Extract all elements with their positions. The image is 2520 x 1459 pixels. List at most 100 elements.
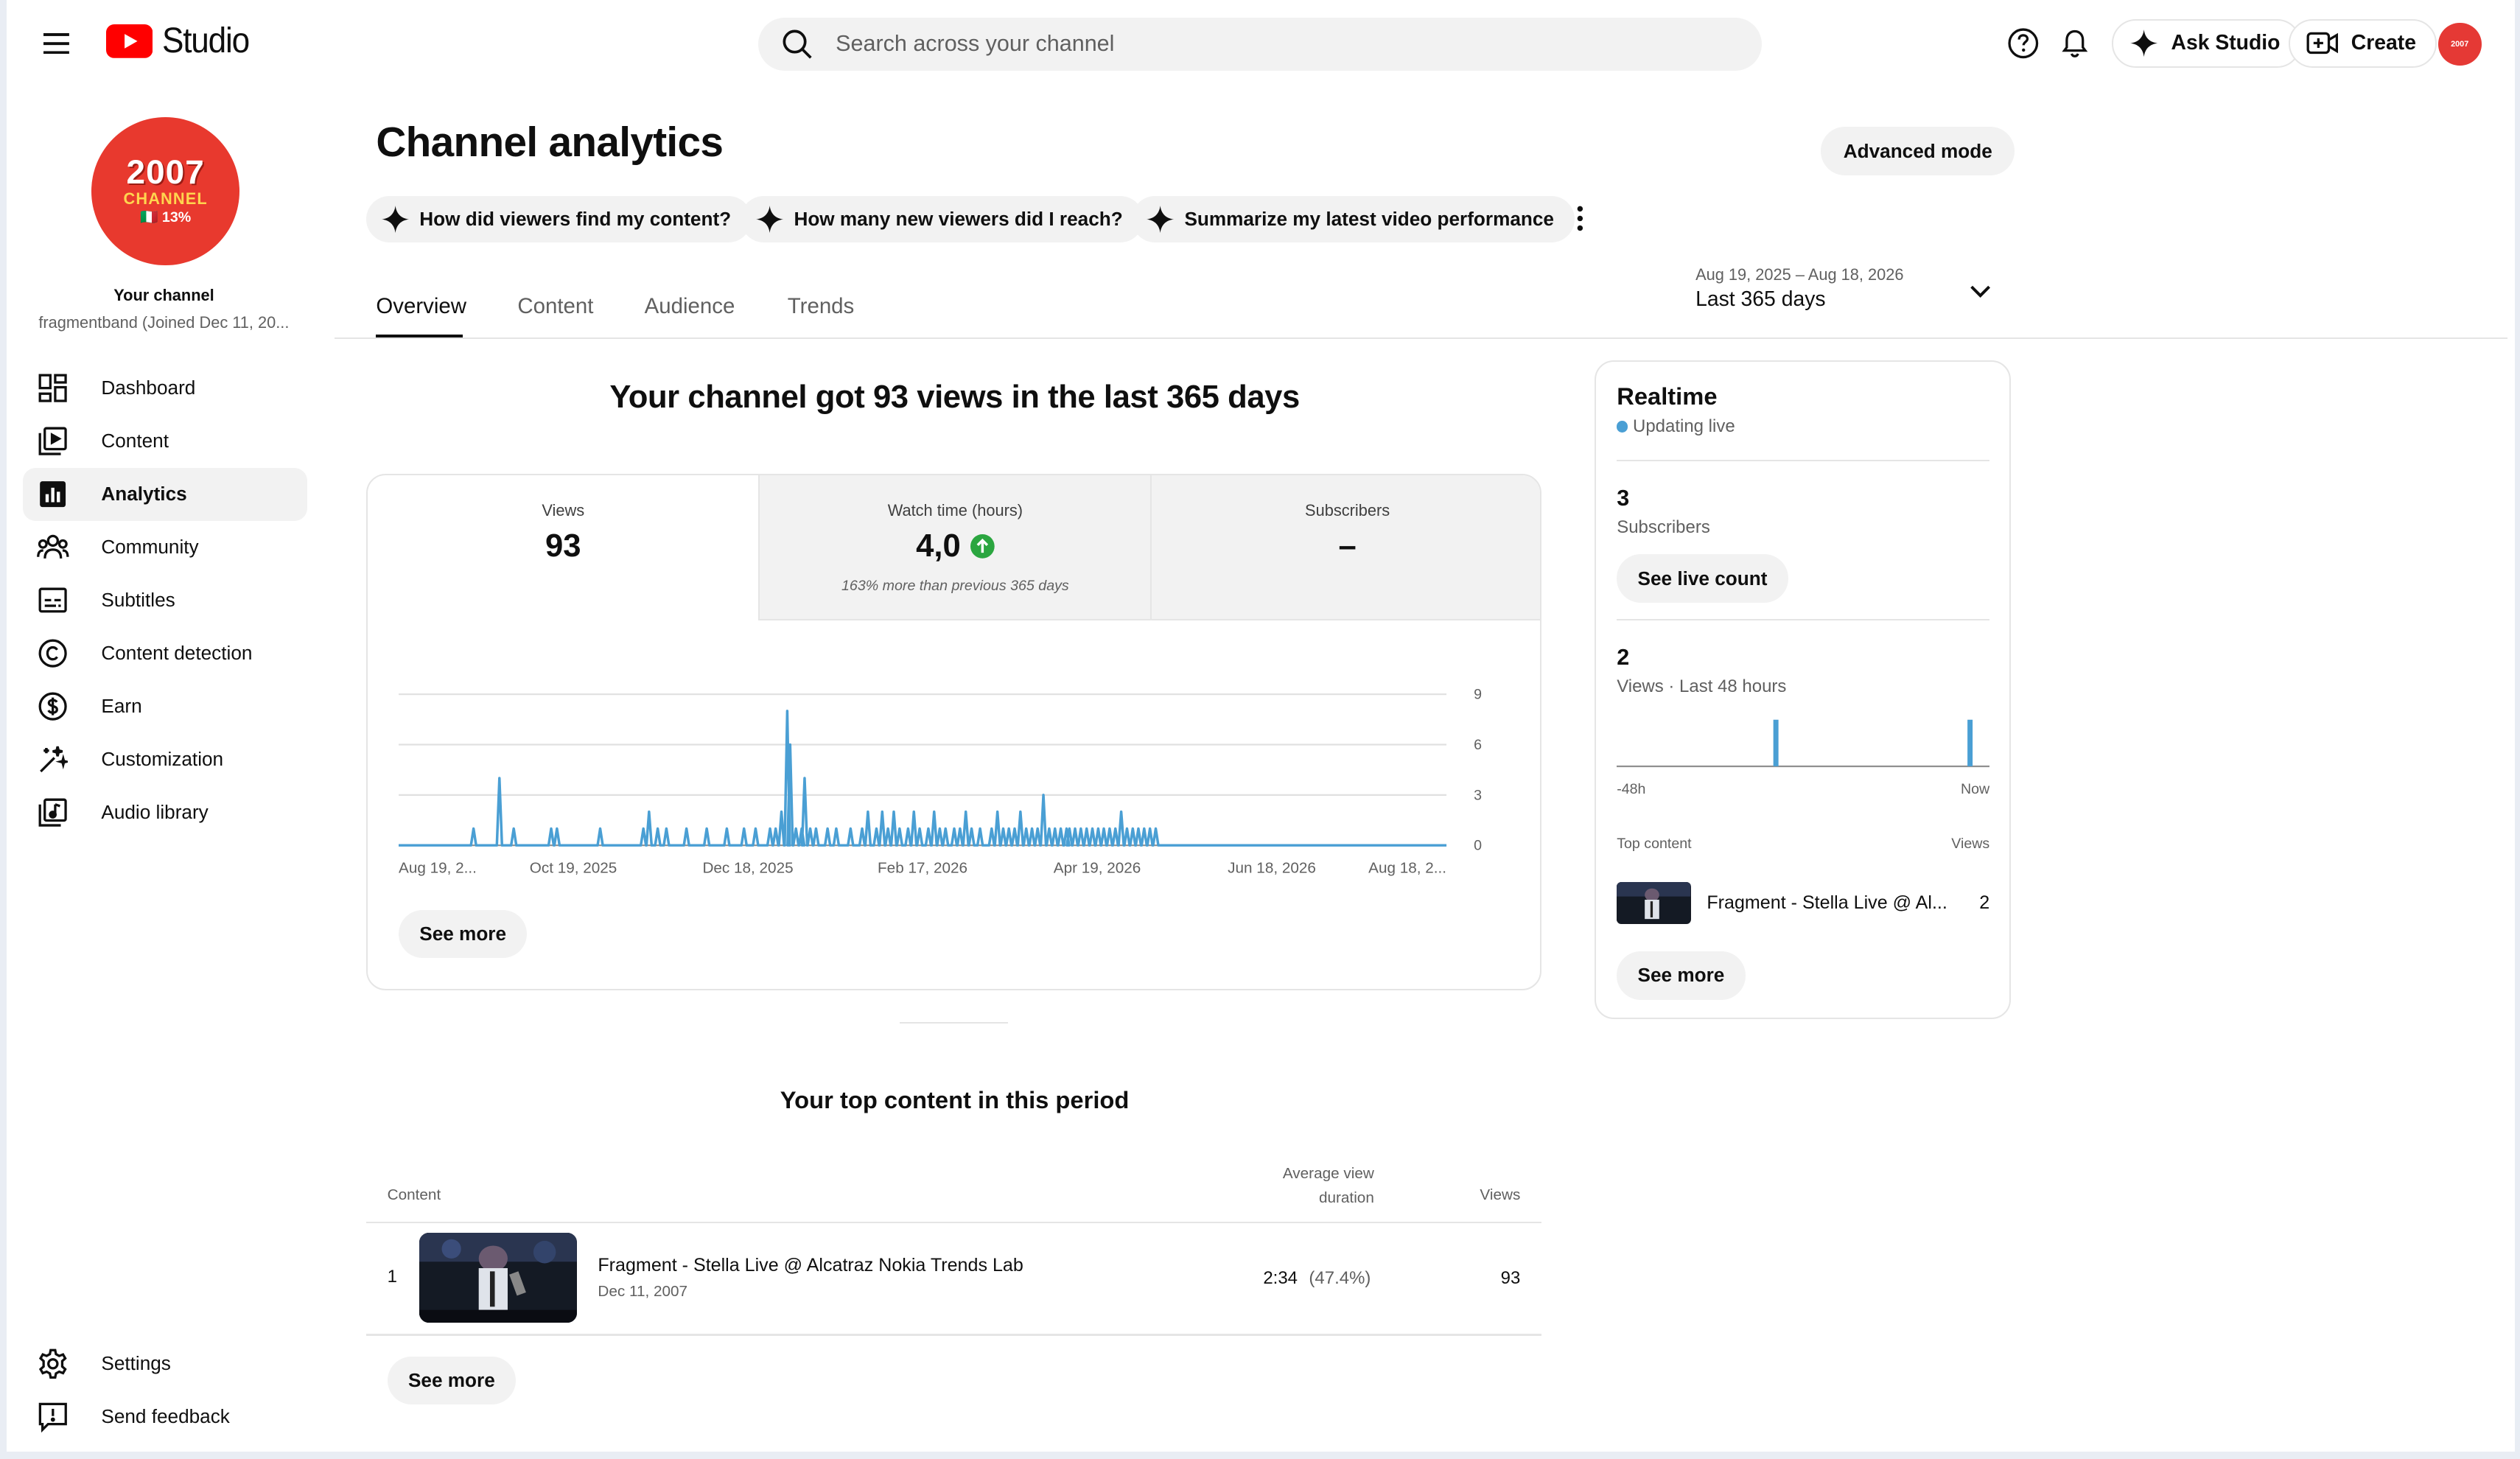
metric-value: 93 — [545, 528, 581, 564]
channel-avatar[interactable]: 2007 CHANNEL 🇮🇹 13% — [91, 117, 239, 265]
updating-live-label: Updating live — [1633, 416, 1735, 436]
sidebar-item-content[interactable]: Content — [23, 415, 307, 468]
metric-label: Views — [542, 501, 585, 520]
sidebar-item-dashboard[interactable]: Dashboard — [23, 362, 307, 415]
sparkle-icon — [1147, 206, 1175, 234]
hamburger-menu-icon[interactable] — [35, 23, 77, 65]
sidebar-item-earn[interactable]: Earn — [23, 680, 307, 733]
window-frame-right — [2515, 0, 2520, 1459]
tab-audience[interactable]: Audience — [645, 294, 735, 319]
metric-subscribers[interactable]: Subscribers – — [1150, 475, 1540, 620]
col-header-avd-line1: Average view — [1282, 1164, 1374, 1182]
analytics-icon — [37, 478, 69, 511]
views-headline: Your channel got 93 views in the last 36… — [609, 379, 1300, 415]
sidebar-item-label: Content detection — [101, 642, 253, 665]
subtitles-icon — [37, 584, 69, 617]
sidebar-item-label: Earn — [101, 695, 142, 718]
realtime-axis-end: Now — [1960, 781, 1990, 798]
chevron-down-icon[interactable] — [1966, 276, 1995, 305]
suggestion-chip[interactable]: How did viewers find my content? — [366, 196, 752, 243]
notifications-bell-icon[interactable] — [2056, 24, 2094, 63]
sidebar-item-label: Subtitles — [101, 589, 175, 612]
tab-content[interactable]: Content — [517, 294, 593, 319]
realtime-bars-svg — [1617, 720, 1990, 768]
active-tab-indicator — [376, 334, 463, 338]
ask-studio-button[interactable]: Ask Studio — [2111, 19, 2301, 68]
sidebar-item-settings[interactable]: Settings — [23, 1337, 307, 1390]
table-divider — [366, 1334, 1541, 1336]
help-icon[interactable] — [2004, 24, 2043, 63]
views-line-chart: 0 3 6 9 Aug 19, 2... Oct 19, 2025 Dec 18, 2025… — [399, 675, 1508, 884]
views-col-label: Views — [1951, 836, 1990, 853]
logo-text: Studio — [162, 21, 250, 61]
realtime-subscribers-label: Subscribers — [1617, 517, 1710, 538]
sparkle-icon — [756, 206, 784, 234]
audio-library-icon — [37, 797, 69, 829]
col-header-avg-view-duration[interactable]: Average view duration — [1245, 1162, 1374, 1210]
sidebar-item-community[interactable]: Community — [23, 521, 307, 574]
row-date: Dec 11, 2007 — [598, 1282, 688, 1300]
studio-logo[interactable]: Studio — [105, 21, 257, 61]
realtime-thumbnail — [1617, 882, 1691, 925]
metric-views[interactable]: Views 93 — [368, 475, 758, 620]
dollar-icon — [37, 690, 69, 723]
sidebar-item-customization[interactable]: Customization — [23, 733, 307, 786]
sidebar-item-send-feedback[interactable]: Send feedback — [23, 1390, 307, 1444]
realtime-divider — [1617, 459, 1990, 461]
content-icon — [37, 425, 69, 458]
advanced-mode-button[interactable]: Advanced mode — [1821, 127, 2015, 175]
sidebar-item-audio-library[interactable]: Audio library — [23, 786, 307, 839]
chart-y-tick-label: 6 — [1474, 737, 1482, 753]
tab-trends[interactable]: Trends — [788, 294, 855, 319]
sidebar-item-subtitles[interactable]: Subtitles — [23, 574, 307, 627]
search-bar[interactable]: Search across your channel — [758, 17, 1762, 71]
more-options-icon[interactable] — [1567, 201, 1593, 237]
see-more-button[interactable]: See more — [398, 909, 528, 958]
channel-avatar-line1: 2007 — [126, 153, 205, 192]
chip-label: Summarize my latest video performance — [1184, 208, 1554, 231]
sidebar-item-label: Settings — [101, 1352, 171, 1375]
realtime-see-more-button[interactable]: See more — [1617, 951, 1746, 1000]
realtime-title: Realtime — [1617, 382, 1718, 410]
realtime-views-label: Views · Last 48 hours — [1617, 676, 1787, 697]
search-input[interactable]: Search across your channel — [836, 31, 1114, 57]
realtime-bar[interactable] — [1773, 720, 1779, 767]
realtime-bar-chart — [1617, 713, 1990, 768]
suggestion-chip[interactable]: How many new viewers did I reach? — [741, 196, 1144, 243]
channel-handle: fragmentband (Joined Dec 11, 20... — [38, 313, 290, 332]
sidebar-item-label: Content — [101, 430, 169, 452]
chip-label: How many new viewers did I reach? — [794, 208, 1123, 231]
window-frame-left — [0, 0, 7, 1459]
chart-x-tick-label: Jun 18, 2026 — [1228, 859, 1316, 876]
tab-overview[interactable]: Overview — [376, 294, 466, 319]
chart-series-line[interactable] — [398, 710, 1446, 847]
account-avatar-text: 2007 — [2451, 39, 2469, 49]
create-label: Create — [2351, 31, 2416, 55]
suggestion-chip[interactable]: Summarize my latest video performance — [1131, 196, 1575, 243]
see-live-count-button[interactable]: See live count — [1617, 554, 1788, 603]
realtime-bar[interactable] — [1967, 720, 1973, 767]
table-row[interactable]: 1 Fragment - Stella Live @ Alcatraz Noki… — [366, 1223, 1541, 1334]
realtime-top-content-item[interactable]: Fragment - Stella Live @ Al... 2 — [1617, 882, 1989, 926]
search-icon — [783, 29, 812, 59]
create-button[interactable]: Create — [2288, 19, 2437, 68]
date-range-dates[interactable]: Aug 19, 2025 – Aug 18, 2026 — [1695, 265, 1903, 284]
col-header-views[interactable]: Views — [1446, 1186, 1520, 1204]
chart-x-tick-label: Aug 19, 2... — [399, 859, 477, 876]
sidebar-item-analytics[interactable]: Analytics — [22, 467, 307, 521]
account-avatar[interactable]: 2007 — [2437, 22, 2482, 66]
tabs-divider — [334, 337, 2507, 340]
feedback-icon — [37, 1401, 69, 1433]
chart-x-tick-label: Aug 18, 2... — [1368, 859, 1446, 876]
see-more-top-content-button[interactable]: See more — [387, 1356, 517, 1405]
row-title[interactable]: Fragment - Stella Live @ Alcatraz Nokia … — [598, 1255, 1023, 1276]
top-content-title: Your top content in this period — [780, 1086, 1130, 1114]
row-avd: 2:34 (47.4%) — [1263, 1268, 1371, 1289]
sidebar-item-content-detection[interactable]: Content detection — [23, 627, 307, 680]
page-title: Channel analytics — [376, 119, 724, 167]
metric-watch-time[interactable]: Watch time (hours) 4,0 163% more than pr… — [758, 475, 1151, 620]
sidebar-item-label: Analytics — [101, 483, 187, 505]
video-thumbnail[interactable] — [419, 1232, 577, 1323]
date-range-label[interactable]: Last 365 days — [1695, 287, 1825, 312]
chip-label: How did viewers find my content? — [419, 208, 732, 231]
